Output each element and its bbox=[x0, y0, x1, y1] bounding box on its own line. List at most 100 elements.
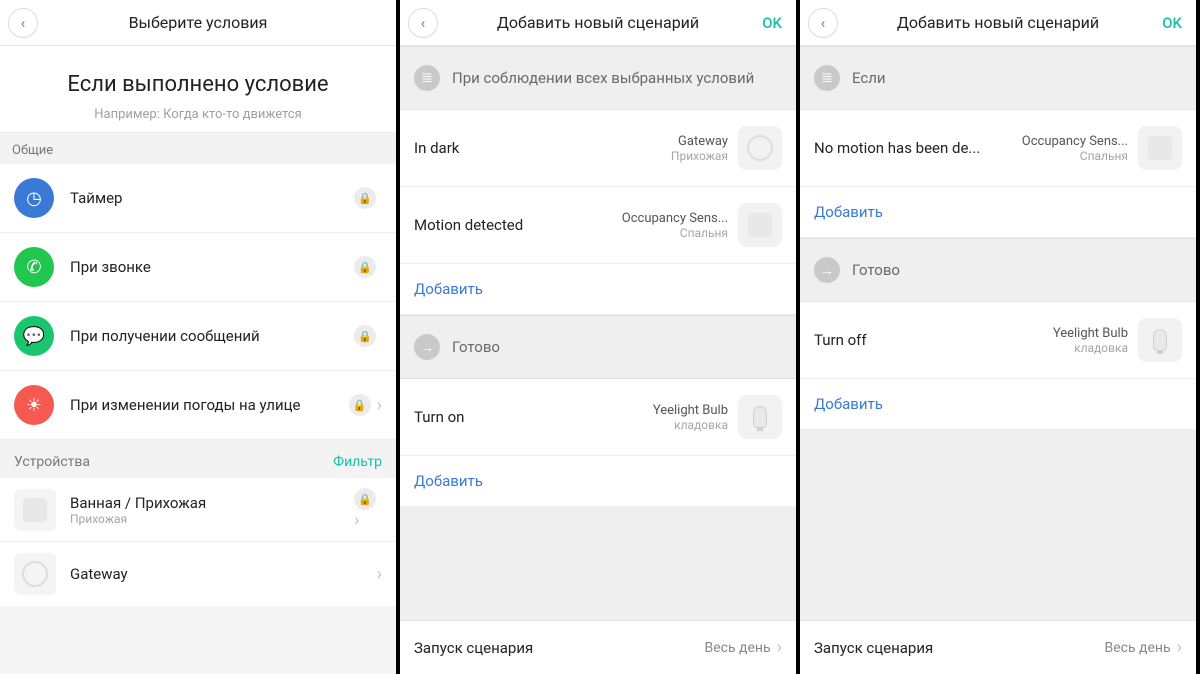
row-label: При изменении погоды на улице bbox=[70, 396, 349, 414]
bulb-icon bbox=[738, 395, 782, 439]
schedule-value: Весь день bbox=[1104, 640, 1170, 656]
lock-icon: 🔒 bbox=[354, 256, 376, 278]
condition-row-weather[interactable]: ☀ При изменении погоды на улице 🔒 › bbox=[0, 371, 396, 440]
chevron-left-icon: ‹ bbox=[21, 14, 26, 32]
device-row[interactable]: Ванная / Прихожая Прихожая 🔒› bbox=[0, 478, 396, 542]
topbar: ‹ Выберите условия bbox=[0, 0, 396, 46]
filter-button[interactable]: Фильтр bbox=[333, 454, 382, 470]
group-label-common: Общие bbox=[0, 133, 396, 164]
condition-device: Occupancy Sens... bbox=[1022, 134, 1128, 149]
device-row[interactable]: Gateway › bbox=[0, 542, 396, 606]
add-action-button[interactable]: Добавить bbox=[800, 379, 1196, 430]
condition-room: Спальня bbox=[622, 226, 728, 240]
chevron-left-icon: ‹ bbox=[821, 14, 826, 32]
pane-new-scenario-2: ‹ Добавить новый сценарий OK ≣ Если No m… bbox=[800, 0, 1200, 674]
back-button[interactable]: ‹ bbox=[408, 8, 438, 38]
scroll-area: ≣ Если No motion has been de... Occupanc… bbox=[800, 46, 1196, 674]
lock-icon: 🔒 bbox=[354, 187, 376, 209]
chevron-right-icon: › bbox=[1177, 637, 1182, 658]
page-title: Выберите условия bbox=[129, 13, 268, 32]
chevron-right-icon: › bbox=[377, 564, 382, 585]
action-room: кладовка bbox=[653, 418, 728, 432]
row-label: При звонке bbox=[70, 258, 354, 276]
condition-device: Gateway bbox=[671, 134, 728, 149]
spacer bbox=[400, 507, 796, 620]
sensor-icon bbox=[1138, 126, 1182, 170]
action-row[interactable]: Turn off Yeelight Bulb кладовка bbox=[800, 302, 1196, 379]
lock-icon: 🔒 bbox=[354, 325, 376, 347]
action-title: Turn off bbox=[814, 331, 1053, 349]
condition-row-timer[interactable]: ◷ Таймер 🔒 bbox=[0, 164, 396, 233]
device-name: Ванная / Прихожая bbox=[70, 494, 354, 512]
if-header: ≣ Если bbox=[800, 46, 1196, 110]
topbar: ‹ Добавить новый сценарий OK bbox=[800, 0, 1196, 46]
condition-title: In dark bbox=[414, 139, 671, 157]
schedule-value: Весь день bbox=[704, 640, 770, 656]
gateway-icon bbox=[738, 126, 782, 170]
chevron-right-icon: › bbox=[377, 395, 382, 416]
action-room: кладовка bbox=[1053, 341, 1128, 355]
schedule-label: Запуск сценария bbox=[414, 639, 704, 657]
back-button[interactable]: ‹ bbox=[8, 8, 38, 38]
condition-row-message[interactable]: 💬 При получении сообщений 🔒 bbox=[0, 302, 396, 371]
action-device: Yeelight Bulb bbox=[653, 403, 728, 418]
phone-icon: ✆ bbox=[14, 247, 54, 287]
page-title: Добавить новый сценарий bbox=[897, 13, 1099, 32]
devices-label: Устройства bbox=[14, 454, 90, 470]
bulb-icon bbox=[1138, 318, 1182, 362]
row-label: Таймер bbox=[70, 189, 354, 207]
scroll-area: Если выполнено условие Например: Когда к… bbox=[0, 46, 396, 674]
done-header-text: Готово bbox=[452, 338, 500, 356]
add-condition-button[interactable]: Добавить bbox=[400, 264, 796, 315]
ok-button[interactable]: OK bbox=[1162, 14, 1182, 32]
action-device: Yeelight Bulb bbox=[1053, 326, 1128, 341]
page-title: Добавить новый сценарий bbox=[497, 13, 699, 32]
device-name: Gateway bbox=[70, 565, 377, 583]
message-icon: 💬 bbox=[14, 316, 54, 356]
done-header: → Готово bbox=[800, 238, 1196, 302]
clock-icon: ◷ bbox=[14, 178, 54, 218]
condition-device: Occupancy Sens... bbox=[622, 211, 728, 226]
heading-block: Если выполнено условие Например: Когда к… bbox=[0, 46, 396, 133]
gateway-icon bbox=[14, 553, 56, 595]
arrow-right-icon: → bbox=[814, 257, 840, 283]
heading: Если выполнено условие bbox=[16, 72, 380, 97]
condition-title: Motion detected bbox=[414, 216, 622, 234]
condition-row-call[interactable]: ✆ При звонке 🔒 bbox=[0, 233, 396, 302]
weather-icon: ☀ bbox=[14, 385, 54, 425]
if-header-text: Если bbox=[852, 69, 886, 87]
condition-room: Прихожая bbox=[671, 149, 728, 163]
chevron-right-icon: › bbox=[777, 637, 782, 658]
chevron-left-icon: ‹ bbox=[421, 14, 426, 32]
pane-select-condition: ‹ Выберите условия Если выполнено услови… bbox=[0, 0, 400, 674]
schedule-label: Запуск сценария bbox=[814, 639, 1104, 657]
spacer bbox=[800, 430, 1196, 620]
sensor-icon bbox=[738, 203, 782, 247]
if-header-text: При соблюдении всех выбранных условий bbox=[452, 69, 754, 87]
condition-row[interactable]: In dark Gateway Прихожая bbox=[400, 110, 796, 187]
device-room: Прихожая bbox=[70, 512, 354, 526]
lock-icon: 🔒 bbox=[349, 394, 371, 416]
scroll-area: ≣ При соблюдении всех выбранных условий … bbox=[400, 46, 796, 674]
condition-row[interactable]: Motion detected Occupancy Sens... Спальн… bbox=[400, 187, 796, 264]
back-button[interactable]: ‹ bbox=[808, 8, 838, 38]
ok-button[interactable]: OK bbox=[762, 14, 782, 32]
condition-title: No motion has been de... bbox=[814, 139, 1022, 157]
if-header: ≣ При соблюдении всех выбранных условий bbox=[400, 46, 796, 110]
topbar: ‹ Добавить новый сценарий OK bbox=[400, 0, 796, 46]
done-header: → Готово bbox=[400, 315, 796, 379]
subheading: Например: Когда кто-то движется bbox=[16, 107, 380, 122]
condition-row[interactable]: No motion has been de... Occupancy Sens.… bbox=[800, 110, 1196, 187]
schedule-row[interactable]: Запуск сценария Весь день › bbox=[400, 620, 796, 674]
pane-new-scenario-1: ‹ Добавить новый сценарий OK ≣ При соблю… bbox=[400, 0, 800, 674]
action-row[interactable]: Turn on Yeelight Bulb кладовка bbox=[400, 379, 796, 456]
lock-icon: 🔒 bbox=[354, 488, 376, 510]
chevron-right-icon: › bbox=[354, 510, 359, 531]
add-condition-button[interactable]: Добавить bbox=[800, 187, 1196, 238]
schedule-row[interactable]: Запуск сценария Весь день › bbox=[800, 620, 1196, 674]
action-title: Turn on bbox=[414, 408, 653, 426]
condition-room: Спальня bbox=[1022, 149, 1128, 163]
row-label: При получении сообщений bbox=[70, 327, 354, 345]
add-action-button[interactable]: Добавить bbox=[400, 456, 796, 507]
arrow-right-icon: → bbox=[414, 334, 440, 360]
